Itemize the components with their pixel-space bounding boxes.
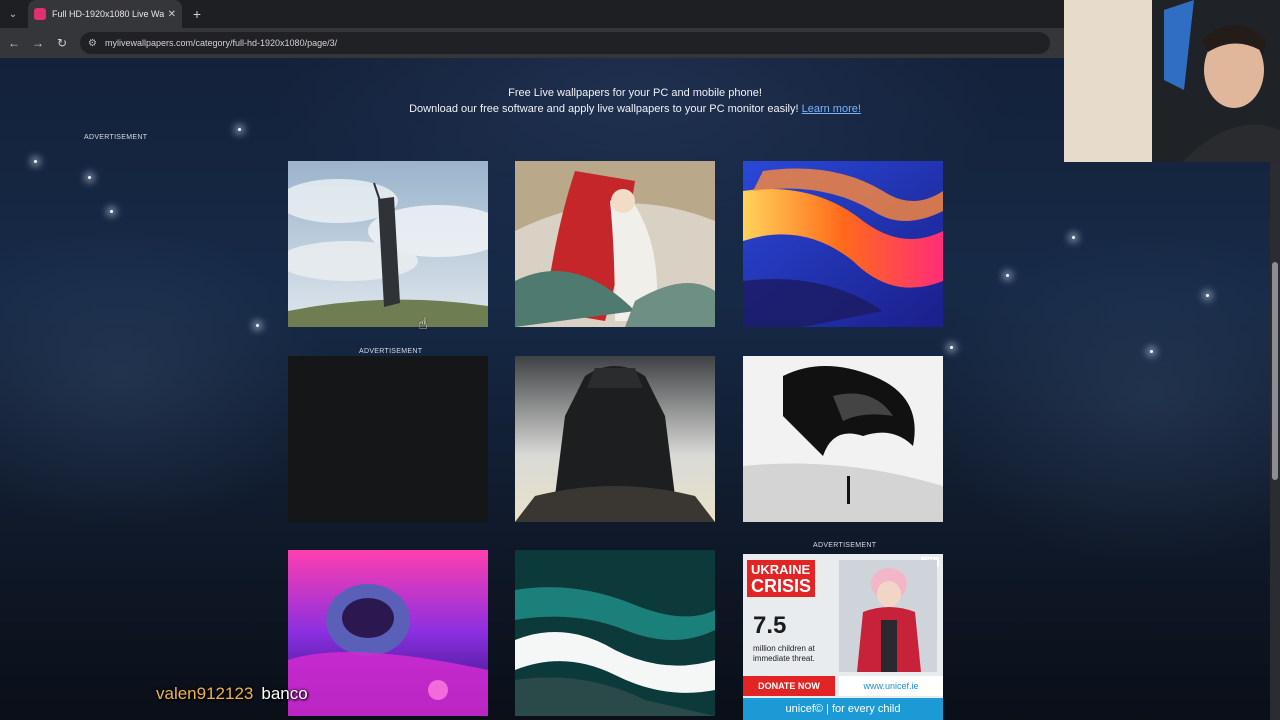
ad-headline: UKRAINE CRISIS bbox=[747, 560, 816, 597]
wallpaper-samurai[interactable] bbox=[515, 356, 715, 522]
close-tab-icon[interactable]: ✕ bbox=[168, 9, 176, 20]
ad-label-left: ADVERTISEMENT bbox=[84, 134, 148, 141]
chat-message: banco bbox=[261, 684, 308, 703]
ad-tagline: unicef© | for every child bbox=[743, 698, 943, 720]
browser-toolbar: ← → ↻ ⚙ mylivewallpapers.com/category/fu… bbox=[0, 28, 1064, 58]
chat-overlay: valen912123 banco bbox=[156, 684, 308, 704]
wallpaper-ocean[interactable] bbox=[515, 550, 715, 716]
star-decoration bbox=[238, 128, 241, 131]
ad-headline-2: CRISIS bbox=[751, 576, 812, 596]
star-decoration bbox=[950, 346, 953, 349]
back-icon[interactable]: ← bbox=[2, 31, 26, 55]
tab-bar: ⌄ Full HD-1920x1080 Live Wallpap ✕ + bbox=[0, 0, 1064, 28]
child-photo-icon bbox=[839, 560, 937, 672]
wallpaper-dragon[interactable] bbox=[743, 356, 943, 522]
star-decoration bbox=[110, 210, 113, 213]
star-decoration bbox=[1072, 236, 1075, 239]
star-decoration bbox=[34, 160, 37, 163]
learn-more-link[interactable]: Learn more! bbox=[802, 103, 861, 115]
webcam-overlay bbox=[1064, 0, 1280, 162]
wallpaper-astronaut[interactable] bbox=[288, 550, 488, 716]
forward-icon[interactable]: → bbox=[26, 31, 50, 55]
ad-subtext: million children at immediate threat. bbox=[753, 644, 815, 663]
ad-label-right: ADVERTISEMENT bbox=[813, 542, 877, 549]
star-decoration bbox=[1006, 274, 1009, 277]
wallpaper-tower[interactable] bbox=[288, 161, 488, 327]
chat-username: valen912123 bbox=[156, 684, 254, 703]
intro-line-2-text: Download our free software and apply liv… bbox=[409, 102, 799, 115]
new-tab-icon[interactable]: + bbox=[186, 0, 208, 28]
ad-slot-empty bbox=[288, 356, 488, 522]
mouse-cursor-icon: ☝ bbox=[418, 316, 428, 333]
reload-icon[interactable]: ↻ bbox=[50, 31, 74, 55]
ad-headline-1: UKRAINE bbox=[751, 562, 811, 577]
star-decoration bbox=[256, 324, 259, 327]
star-decoration bbox=[1206, 294, 1209, 297]
favicon-icon bbox=[34, 8, 46, 20]
scrollbar-thumb[interactable] bbox=[1272, 262, 1278, 480]
ad-url[interactable]: www.unicef.ie bbox=[839, 676, 943, 696]
unicef-ad[interactable]: i✕ UKRAINE CRISIS 7.5 million children a… bbox=[743, 554, 943, 720]
address-bar[interactable]: ⚙ mylivewallpapers.com/category/full-hd-… bbox=[80, 32, 1050, 54]
scrollbar[interactable] bbox=[1270, 100, 1280, 720]
ad-number: 7.5 bbox=[753, 612, 787, 639]
star-decoration bbox=[88, 176, 91, 179]
url-text: mylivewallpapers.com/category/full-hd-19… bbox=[104, 38, 338, 48]
browser-tab[interactable]: Full HD-1920x1080 Live Wallpap ✕ bbox=[28, 0, 182, 28]
wallpaper-abstract[interactable] bbox=[743, 161, 943, 327]
wallpaper-anime[interactable] bbox=[515, 161, 715, 327]
site-info-icon[interactable]: ⚙ bbox=[88, 38, 97, 49]
star-decoration bbox=[1150, 350, 1153, 353]
streamer-photo-icon bbox=[1064, 0, 1280, 162]
tab-search-icon[interactable]: ⌄ bbox=[0, 0, 26, 28]
ad-label-grid: ADVERTISEMENT bbox=[359, 348, 423, 355]
donate-button[interactable]: DONATE NOW bbox=[743, 676, 835, 696]
tab-title: Full HD-1920x1080 Live Wallpap bbox=[52, 9, 164, 19]
